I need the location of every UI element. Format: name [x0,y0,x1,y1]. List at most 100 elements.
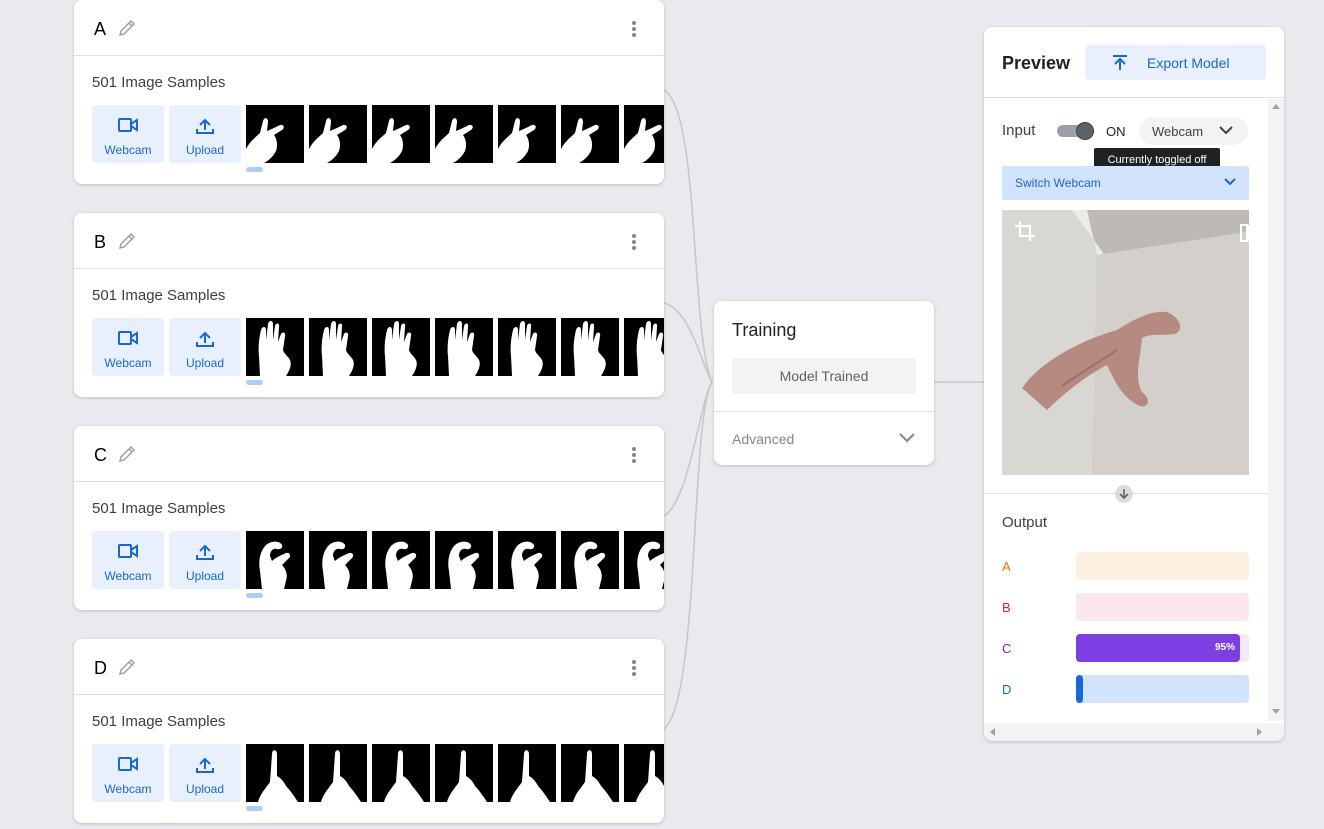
class-name[interactable]: D [94,658,107,679]
preview-header: Preview Export Model [984,27,1284,98]
webcam-button[interactable]: Webcam [92,744,164,802]
sample-thumbnail[interactable] [246,105,304,163]
sample-thumbnail[interactable] [435,318,493,376]
webcam-button[interactable]: Webcam [92,531,164,589]
thumbnail-scrollbar[interactable] [246,593,263,598]
more-options-icon[interactable] [626,446,642,464]
more-options-icon[interactable] [626,659,642,677]
class-card-c: C 501 Image Samples Webcam Upload [74,426,664,610]
webcam-feed [1002,210,1249,475]
sample-thumbnail[interactable] [435,105,493,163]
train-model-button[interactable]: Model Trained [732,358,916,394]
divider [714,411,934,412]
output-label-c: C [1002,641,1012,656]
upload-icon [196,331,214,347]
export-model-button[interactable]: Export Model [1085,45,1266,80]
sample-thumbnail[interactable] [435,744,493,802]
sample-thumbnail[interactable] [435,531,493,589]
advanced-toggle[interactable]: Advanced [732,431,794,447]
class-name[interactable]: B [94,232,106,253]
class-name[interactable]: A [94,19,106,40]
toggle-state-label: ON [1106,124,1126,139]
sample-thumbnail[interactable] [624,105,664,163]
scroll-down-arrow-icon[interactable] [1272,709,1280,714]
webcam-button[interactable]: Webcam [92,318,164,376]
sample-thumbnail[interactable] [246,318,304,376]
sample-thumbnail[interactable] [246,531,304,589]
sample-thumbnail[interactable] [372,105,430,163]
sample-thumbnail[interactable] [498,744,556,802]
more-options-icon[interactable] [626,233,642,251]
crop-icon[interactable] [1014,220,1036,242]
upload-icon [196,544,214,560]
sample-thumbnail[interactable] [624,531,664,589]
webcam-frame-image [1002,210,1249,475]
class-card-b: B 501 Image Samples Webcam Upload [74,213,664,397]
class-card-d: D 501 Image Samples Webcam Upload [74,639,664,823]
edit-pencil-icon[interactable] [116,656,138,678]
input-toggle[interactable] [1057,122,1094,140]
webcam-button[interactable]: Webcam [92,105,164,163]
flip-camera-icon[interactable] [1239,222,1249,244]
sample-thumbnail[interactable] [372,318,430,376]
input-label: Input [1002,122,1036,139]
output-bar-b [1076,593,1249,621]
sample-thumbnail[interactable] [561,744,619,802]
sample-thumbnail[interactable] [561,531,619,589]
edit-pencil-icon[interactable] [116,443,138,465]
sample-thumbnails[interactable] [246,531,664,589]
horizontal-scrollbar[interactable] [984,723,1284,741]
upload-button[interactable]: Upload [169,105,241,163]
scroll-up-arrow-icon[interactable] [1272,104,1280,109]
vertical-scrollbar[interactable] [1268,99,1284,721]
class-card-header: A [74,0,664,56]
sample-thumbnail[interactable] [309,105,367,163]
switch-webcam-dropdown[interactable]: Switch Webcam [1002,166,1249,200]
upload-button[interactable]: Upload [169,744,241,802]
upload-icon [196,118,214,134]
output-label-a: A [1002,559,1011,574]
video-camera-icon [118,118,138,132]
sample-thumbnail[interactable] [498,531,556,589]
sample-thumbnail[interactable] [309,531,367,589]
sample-thumbnail[interactable] [498,318,556,376]
more-options-icon[interactable] [626,20,642,38]
sample-thumbnail[interactable] [309,318,367,376]
output-bar-d [1076,675,1249,703]
thumbnail-scrollbar[interactable] [246,167,263,172]
sample-thumbnail[interactable] [498,105,556,163]
sample-thumbnail[interactable] [624,744,664,802]
sample-thumbnail[interactable] [624,318,664,376]
sample-count: 501 Image Samples [92,74,226,91]
scroll-left-arrow-icon[interactable] [990,728,995,736]
output-label-b: B [1002,600,1011,615]
preview-title: Preview [1002,53,1071,73]
class-card-header: C [74,426,664,482]
edit-pencil-icon[interactable] [116,17,138,39]
thumbnail-scrollbar[interactable] [246,806,263,811]
sample-thumbnail[interactable] [246,744,304,802]
export-upload-icon [1113,55,1127,70]
input-source-select[interactable]: Webcam [1139,117,1248,145]
thumbnail-scrollbar[interactable] [246,380,263,385]
scroll-right-arrow-icon[interactable] [1257,728,1262,736]
sample-thumbnail[interactable] [309,744,367,802]
arrow-down-icon[interactable] [1115,485,1133,503]
upload-button[interactable]: Upload [169,318,241,376]
sample-thumbnails[interactable] [246,744,664,802]
class-name[interactable]: C [94,445,107,466]
toggle-knob [1076,122,1094,140]
upload-button[interactable]: Upload [169,531,241,589]
output-bar-fill [1076,675,1083,703]
sample-count: 501 Image Samples [92,713,226,730]
output-bar-c: 95% [1076,634,1249,662]
sample-thumbnail[interactable] [561,318,619,376]
chevron-down-icon[interactable] [898,432,916,444]
sample-thumbnail[interactable] [561,105,619,163]
sample-thumbnail[interactable] [372,531,430,589]
sample-thumbnails[interactable] [246,318,664,376]
sample-thumbnail[interactable] [372,744,430,802]
sample-thumbnails[interactable] [246,105,664,163]
chevron-down-icon [1224,178,1236,186]
edit-pencil-icon[interactable] [116,230,138,252]
